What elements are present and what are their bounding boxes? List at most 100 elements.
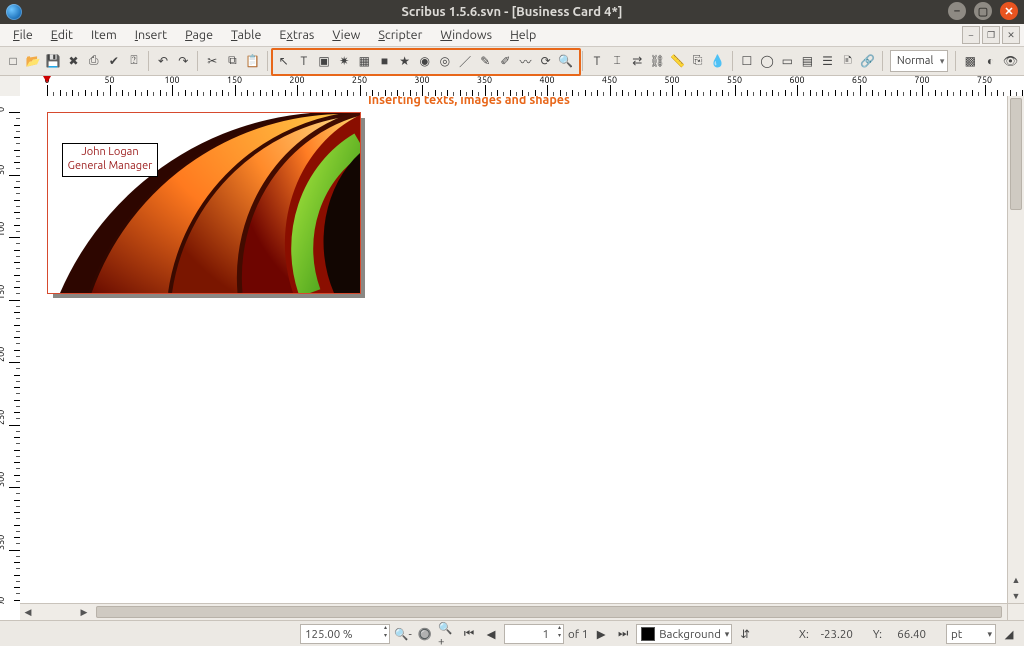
bezier-button[interactable]: ✎ xyxy=(476,51,494,71)
layer-selector[interactable]: Background ▾ xyxy=(636,624,732,644)
visibility-button[interactable]: 👁 xyxy=(1002,51,1020,71)
pdf-annotation-button[interactable]: 🗈 xyxy=(839,51,857,71)
mdi-close-button[interactable]: ✕ xyxy=(1002,26,1020,44)
line-button[interactable]: ／ xyxy=(456,51,474,71)
mdi-minimize-button[interactable]: – xyxy=(962,26,980,44)
copy-button[interactable]: ⧉ xyxy=(223,51,241,71)
spiral-button[interactable]: ◎ xyxy=(436,51,454,71)
text-frame-button[interactable]: T xyxy=(295,51,313,71)
card-title-line: General Manager xyxy=(68,160,153,174)
goto-prev-page-button[interactable]: ◀ xyxy=(482,625,500,643)
window-close-button[interactable]: ✕ xyxy=(1000,2,1018,20)
cut-button[interactable]: ✂ xyxy=(203,51,221,71)
menu-table[interactable]: Table xyxy=(222,26,270,44)
card-artwork xyxy=(48,113,360,293)
toolbar-separator xyxy=(732,51,733,71)
preview-button[interactable]: ◐ xyxy=(981,51,999,71)
menu-insert[interactable]: Insert xyxy=(126,26,176,44)
undo-button[interactable]: ↶ xyxy=(154,51,172,71)
text-frame[interactable]: John Logan General Manager xyxy=(62,143,158,177)
menubar: FileEditItemInsertPageTableExtrasViewScr… xyxy=(0,24,1024,47)
coord-y-value: 66.40 xyxy=(886,628,926,641)
menu-extras[interactable]: Extras xyxy=(270,26,323,44)
app-icon xyxy=(6,4,22,20)
menu-view[interactable]: View xyxy=(323,26,369,44)
goto-last-page-button[interactable]: ⏭ xyxy=(614,625,632,643)
unit-selector[interactable]: pt ▾ xyxy=(946,624,996,644)
vertical-scrollbar-thumb[interactable] xyxy=(1010,98,1022,210)
preflight-button[interactable]: ✔ xyxy=(105,51,123,71)
layer-toggle-button[interactable]: ⇵ xyxy=(736,625,754,643)
select-button[interactable]: ↖ xyxy=(275,51,293,71)
canvas-viewport[interactable]: Inserting texts, images and shapes xyxy=(20,96,1008,604)
document-page[interactable]: John Logan General Manager xyxy=(47,112,361,294)
goto-first-page-button[interactable]: ⏮ xyxy=(460,625,478,643)
zoom-reset-button[interactable]: 🔘 xyxy=(416,625,434,643)
layer-color-swatch xyxy=(641,627,655,641)
ruler-vertical[interactable]: 050100150200250300350400 xyxy=(0,96,21,604)
zoom-out-button[interactable]: 🔍- xyxy=(394,625,412,643)
window-minimize-button[interactable]: – xyxy=(948,2,966,20)
vertical-scrollbar-up[interactable]: ▲ xyxy=(1008,572,1024,588)
menu-help[interactable]: Help xyxy=(501,26,545,44)
render-frame-button[interactable]: ✷ xyxy=(335,51,353,71)
polygon-button[interactable]: ◉ xyxy=(416,51,434,71)
table-button[interactable]: ▦ xyxy=(355,51,373,71)
toolbar-separator xyxy=(267,51,268,71)
vertical-scrollbar[interactable]: ▲ ▼ xyxy=(1007,96,1024,604)
pdf-combobox-button[interactable]: ▤ xyxy=(798,51,816,71)
menu-windows[interactable]: Windows xyxy=(431,26,501,44)
unlink-frames-button[interactable]: ⛓ xyxy=(648,51,666,71)
horizontal-scrollbar-left[interactable]: ◀ xyxy=(20,604,36,620)
link-frames-button[interactable]: ⇄ xyxy=(628,51,646,71)
pdf-textfield-button[interactable]: ▭ xyxy=(778,51,796,71)
new-button[interactable]: □ xyxy=(4,51,22,71)
horizontal-scrollbar-thumb[interactable] xyxy=(96,606,1002,618)
paste-button[interactable]: 📋 xyxy=(244,51,262,71)
arc-button[interactable]: ★ xyxy=(396,51,414,71)
zoom-level-value: 125.00 % xyxy=(305,628,353,641)
copy-props-button[interactable]: ⎘ xyxy=(689,51,707,71)
pdf-radio-button[interactable]: ◯ xyxy=(758,51,776,71)
freehand-button[interactable]: ✐ xyxy=(496,51,514,71)
horizontal-scrollbar[interactable]: ◀ ▶ xyxy=(20,603,1008,620)
edit-content-button[interactable]: ⌶ xyxy=(608,51,626,71)
pdf-listbox-button[interactable]: ☰ xyxy=(818,51,836,71)
horizontal-scrollbar-right[interactable]: ▶ xyxy=(76,604,92,620)
statusbar-corner-grip: ◢ xyxy=(1000,625,1018,643)
open-button[interactable]: 📂 xyxy=(24,51,42,71)
edit-text-button[interactable]: T xyxy=(588,51,606,71)
preview-mode-selector[interactable]: Normal xyxy=(890,50,949,72)
pdf-checkbox-button[interactable]: ☐ xyxy=(738,51,756,71)
pdf-link-button[interactable]: 🔗 xyxy=(859,51,877,71)
image-frame-button[interactable]: ▣ xyxy=(315,51,333,71)
vertical-scrollbar-down[interactable]: ▼ xyxy=(1008,588,1024,604)
menu-edit[interactable]: Edit xyxy=(42,26,82,44)
ruler-origin-corner[interactable] xyxy=(0,76,21,97)
save-pdf-button[interactable]: ⍰ xyxy=(125,51,143,71)
menu-file[interactable]: File xyxy=(4,26,42,44)
menu-page[interactable]: Page xyxy=(176,26,222,44)
zoom-button[interactable]: 🔍 xyxy=(557,51,575,71)
window-maximize-button[interactable]: ▢ xyxy=(974,2,992,20)
color-manage-button[interactable]: ▩ xyxy=(961,51,979,71)
window-titlebar: Scribus 1.5.6.svn - [Business Card 4*] –… xyxy=(0,0,1024,24)
toolbar-separator xyxy=(197,51,198,71)
shape-button[interactable]: ■ xyxy=(375,51,393,71)
close-button[interactable]: ✖ xyxy=(64,51,82,71)
measure-button[interactable]: 📏 xyxy=(668,51,686,71)
calligraphic-button[interactable]: 〰 xyxy=(516,51,534,71)
eyedropper-button[interactable]: 💧 xyxy=(709,51,727,71)
redo-button[interactable]: ↷ xyxy=(174,51,192,71)
ruler-horizontal[interactable]: 0501001502002503003504004505005506006507… xyxy=(20,76,1024,97)
zoom-level-field[interactable]: 125.00 % xyxy=(300,624,390,644)
print-button[interactable]: ⎙ xyxy=(85,51,103,71)
goto-next-page-button[interactable]: ▶ xyxy=(592,625,610,643)
menu-scripter[interactable]: Scripter xyxy=(369,26,431,44)
zoom-in-button[interactable]: 🔍+ xyxy=(438,625,456,643)
mdi-restore-button[interactable]: ❐ xyxy=(982,26,1000,44)
menu-item[interactable]: Item xyxy=(82,26,126,44)
rotate-button[interactable]: ⟳ xyxy=(537,51,555,71)
current-page-field[interactable]: 1 xyxy=(504,624,564,644)
save-button[interactable]: 💾 xyxy=(44,51,62,71)
